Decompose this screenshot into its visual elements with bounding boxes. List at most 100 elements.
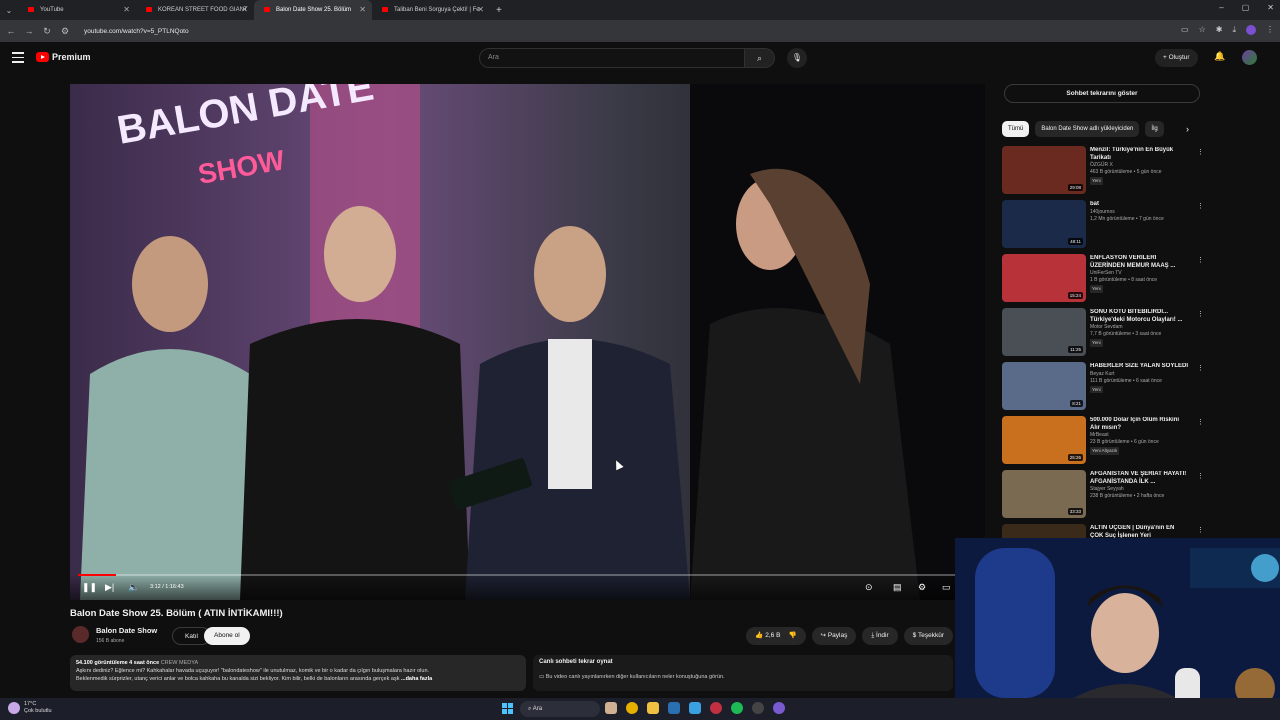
- profile-avatar[interactable]: [1246, 25, 1256, 35]
- description-box[interactable]: 54.100 görüntüleme 4 saat önce CREW MEDY…: [70, 655, 526, 691]
- theater-mode-icon[interactable]: ▭: [942, 582, 951, 593]
- video-thumbnail[interactable]: 8:21: [1002, 362, 1086, 410]
- more-options-icon[interactable]: ⋮: [1197, 310, 1204, 318]
- back-icon[interactable]: ←: [4, 26, 18, 36]
- recommendation-title[interactable]: Menzil: Türkiye'nin En Büyük Tarikatı: [1090, 147, 1188, 162]
- chip-from-uploader[interactable]: Balon Date Show adlı yükleyiciden: [1035, 121, 1140, 137]
- menu-hamburger-icon[interactable]: [12, 52, 24, 66]
- maximize-icon[interactable]: ▢: [1242, 3, 1250, 12]
- video-thumbnail[interactable]: 25:26: [1002, 416, 1086, 464]
- reload-icon[interactable]: ↻: [40, 26, 54, 37]
- download-button[interactable]: ⤓ İndir: [862, 627, 898, 645]
- bookmark-star-icon[interactable]: ☆: [1199, 25, 1206, 35]
- video-thumbnail[interactable]: 48:11: [1002, 200, 1086, 248]
- recommendation-item[interactable]: 48:11 bat 140journos 1,2 Mn görüntüleme • 7…: [1002, 200, 1204, 254]
- browser-tab[interactable]: Taliban Beni Sorguya Çekti! | Fe ✕: [372, 0, 490, 20]
- recommendation-channel[interactable]: 140journos: [1090, 209, 1188, 216]
- widget-app-icon[interactable]: [605, 702, 617, 714]
- share-button[interactable]: ↪ Paylaş: [811, 627, 857, 645]
- tab-list-icon[interactable]: ⌄: [0, 6, 18, 15]
- more-options-icon[interactable]: ⋮: [1197, 418, 1204, 426]
- chevron-right-icon[interactable]: ›: [1186, 124, 1189, 134]
- chip-related[interactable]: İlg: [1145, 121, 1164, 137]
- more-options-icon[interactable]: ⋮: [1197, 256, 1204, 264]
- new-tab-icon[interactable]: +: [496, 5, 502, 16]
- thanks-button[interactable]: $ Teşekkür: [903, 627, 953, 645]
- taskbar-search[interactable]: ⌕ Ara: [520, 701, 600, 717]
- cast-icon[interactable]: ▭: [1181, 25, 1189, 35]
- search-icon[interactable]: ⌕: [745, 48, 775, 68]
- channel-avatar[interactable]: [72, 626, 89, 643]
- recommendation-title[interactable]: 500.000 Dolar İçin Ölüm Riskini Alır mıs…: [1090, 417, 1188, 432]
- opera-icon[interactable]: [710, 702, 722, 714]
- recommendation-item[interactable]: 29:08 Menzil: Türkiye'nin En Büyük Tarika…: [1002, 146, 1204, 200]
- autoplay-toggle-icon[interactable]: ⊙: [865, 582, 873, 593]
- notifications-bell-icon[interactable]: 🔔: [1214, 51, 1225, 62]
- recommendation-channel[interactable]: Beyaz Kurt: [1090, 371, 1188, 378]
- menu-dots-icon[interactable]: ⋮: [1266, 25, 1274, 35]
- video-thumbnail[interactable]: 33:33: [1002, 470, 1086, 518]
- recommendation-item[interactable]: 15:24 ENFLASYON VERİLERİ ÜZERİNDEN MEMUR …: [1002, 254, 1204, 308]
- recommendation-title[interactable]: HABERLER SİZE YALAN SÖYLEDİ: [1090, 363, 1188, 371]
- channel-name[interactable]: Balon Date Show: [96, 626, 157, 635]
- chrome-icon[interactable]: [626, 702, 638, 714]
- forward-icon[interactable]: →: [22, 26, 36, 36]
- steam-icon[interactable]: [668, 702, 680, 714]
- app-icon[interactable]: [773, 702, 785, 714]
- pause-icon[interactable]: ❚❚: [82, 582, 97, 593]
- browser-tab[interactable]: KOREAN STREET FOOD GIANT ✕: [136, 0, 254, 20]
- volume-icon[interactable]: 🔈: [128, 582, 139, 593]
- more-options-icon[interactable]: ⋮: [1197, 472, 1204, 480]
- video-player[interactable]: BALON DATE SHOW ❚❚ ▶| 🔈 3:12 / 1:16:43 ⊙…: [70, 84, 985, 600]
- video-thumbnail[interactable]: 29:08: [1002, 146, 1086, 194]
- youtube-logo[interactable]: Premium: [36, 52, 91, 62]
- recommendation-title[interactable]: ENFLASYON VERİLERİ ÜZERİNDEN MEMUR MAAŞ …: [1090, 255, 1188, 270]
- extensions-icon[interactable]: ✱: [1216, 25, 1223, 35]
- browser-tab[interactable]: YouTube ✕: [18, 0, 136, 20]
- show-more-link[interactable]: ...daha fazla: [401, 676, 432, 682]
- windows-start-icon[interactable]: [502, 703, 513, 714]
- recommendation-item[interactable]: 8:21 HABERLER SİZE YALAN SÖYLEDİ Beyaz Kur…: [1002, 362, 1204, 416]
- account-avatar[interactable]: [1242, 50, 1257, 65]
- thumbs-down-icon[interactable]: 👎: [788, 632, 796, 639]
- settings-gear-icon[interactable]: ⚙: [918, 582, 926, 593]
- recommendation-channel[interactable]: ÖZGÜR X: [1090, 162, 1188, 169]
- like-button[interactable]: 👍 2,6 B 👎: [746, 627, 806, 645]
- site-info-icon[interactable]: ⚙: [58, 26, 72, 37]
- spotify-icon[interactable]: [731, 702, 743, 714]
- recommendation-title[interactable]: SONU KÖTÜ BİTEBİLİRDİ... Türkiye'deki Mo…: [1090, 309, 1188, 324]
- browser-tab-active[interactable]: Balon Date Show 25. Bölüm ✕: [254, 0, 372, 20]
- file-explorer-icon[interactable]: [647, 702, 659, 714]
- next-icon[interactable]: ▶|: [105, 582, 114, 593]
- close-tab-icon[interactable]: ✕: [477, 5, 484, 14]
- subscribe-button[interactable]: Abone ol: [204, 627, 250, 645]
- recommendation-channel[interactable]: Motor Sevdam: [1090, 324, 1188, 331]
- video-thumbnail[interactable]: 15:24: [1002, 254, 1086, 302]
- more-options-icon[interactable]: ⋮: [1197, 148, 1204, 156]
- more-options-icon[interactable]: ⋮: [1197, 364, 1204, 372]
- app-icon[interactable]: [752, 702, 764, 714]
- video-thumbnail[interactable]: 11:25: [1002, 308, 1086, 356]
- weather-cloud-icon[interactable]: [8, 702, 20, 714]
- recommendation-item[interactable]: 25:26 500.000 Dolar İçin Ölüm Riskini Alı…: [1002, 416, 1204, 470]
- create-button[interactable]: + Oluştur: [1155, 49, 1198, 67]
- recommendation-item[interactable]: 11:25 SONU KÖTÜ BİTEBİLİRDİ... Türkiye'de…: [1002, 308, 1204, 362]
- recommendation-channel[interactable]: MrBeast: [1090, 432, 1188, 439]
- recommendation-title[interactable]: bat: [1090, 201, 1188, 209]
- close-tab-icon[interactable]: ✕: [359, 5, 366, 14]
- close-window-icon[interactable]: ✕: [1267, 3, 1274, 12]
- show-chat-replay-button[interactable]: Sohbet tekrarını göster: [1004, 84, 1200, 103]
- weather-widget[interactable]: 17°C Çok bulutlu: [24, 701, 52, 714]
- more-options-icon[interactable]: ⋮: [1197, 202, 1204, 210]
- telegram-icon[interactable]: [689, 702, 701, 714]
- more-options-icon[interactable]: ⋮: [1197, 526, 1204, 534]
- recommendation-item[interactable]: 33:33 AFGANİSTAN VE ŞERİAT HAYATI! AFGANİ…: [1002, 470, 1204, 524]
- subtitles-icon[interactable]: ▤: [893, 582, 902, 593]
- minimize-icon[interactable]: –: [1219, 3, 1223, 12]
- close-tab-icon[interactable]: ✕: [123, 5, 130, 14]
- recommendation-channel[interactable]: Stajyer Seyyah: [1090, 486, 1188, 493]
- search-input[interactable]: Ara: [479, 48, 745, 68]
- recommendation-title[interactable]: AFGANİSTAN VE ŞERİAT HAYATI! AFGANİSTAND…: [1090, 471, 1188, 486]
- recommendation-channel[interactable]: UniFerSen TV: [1090, 270, 1188, 277]
- chip-all[interactable]: Tümü: [1002, 121, 1030, 137]
